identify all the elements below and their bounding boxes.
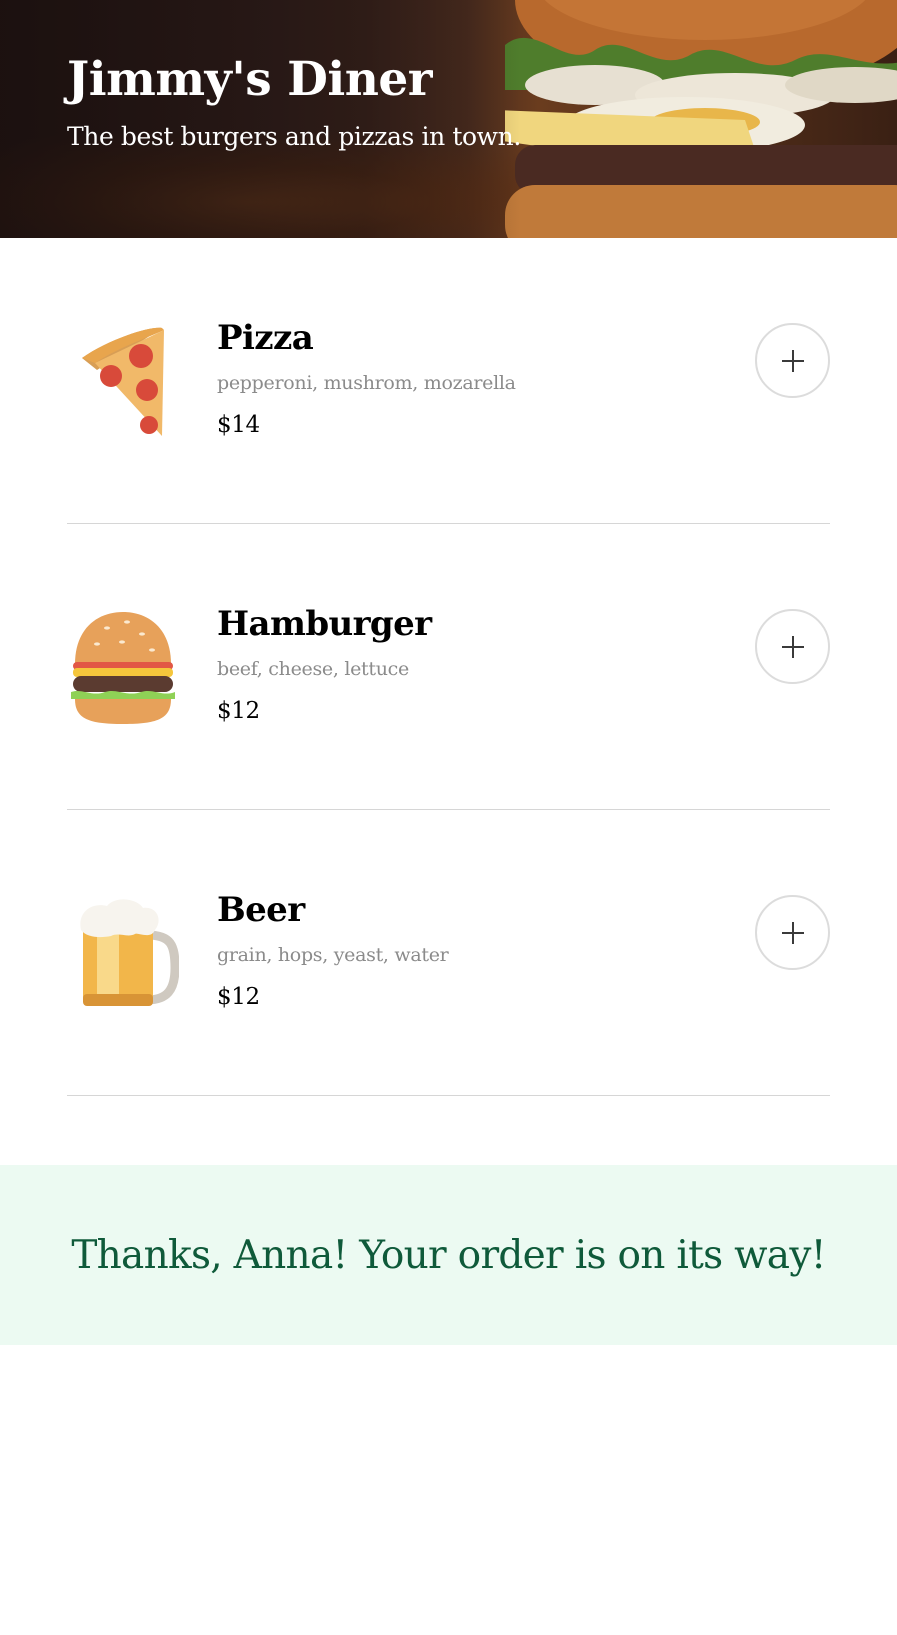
add-pizza-button[interactable] (755, 323, 830, 398)
add-beer-button[interactable] (755, 895, 830, 970)
pizza-icon (82, 327, 164, 436)
plus-icon (781, 921, 804, 944)
item-ingredients: pepperoni, mushrom, mozarella (217, 372, 516, 394)
item-ingredients: grain, hops, yeast, water (217, 944, 449, 966)
plus-icon (781, 349, 804, 372)
item-name: Beer (217, 890, 305, 930)
hero-overlay (0, 0, 520, 238)
menu-item-hamburger: Hamburger beef, cheese, lettuce $12 (67, 524, 830, 810)
hamburger-icon (71, 612, 175, 724)
item-name: Pizza (217, 318, 314, 358)
menu-item-beer: Beer grain, hops, yeast, water $12 (67, 810, 830, 1096)
item-ingredients: beef, cheese, lettuce (217, 658, 409, 680)
menu-item-pizza: Pizza pepperoni, mushrom, mozarella $14 (67, 238, 830, 524)
beer-icon (80, 899, 179, 1006)
menu-list: Pizza pepperoni, mushrom, mozarella $14 … (67, 238, 830, 1096)
item-price: $12 (217, 698, 260, 724)
item-name: Hamburger (217, 604, 432, 644)
plus-icon (781, 635, 804, 658)
item-price: $14 (217, 412, 260, 438)
burger-photo (505, 0, 897, 238)
order-confirmation-message: Thanks, Anna! Your order is on its way! (71, 1232, 826, 1278)
restaurant-tagline: The best burgers and pizzas in town. (67, 122, 521, 151)
restaurant-title: Jimmy's Diner (67, 52, 433, 107)
hero-header: Jimmy's Diner The best burgers and pizza… (0, 0, 897, 238)
order-confirmation-banner: Thanks, Anna! Your order is on its way! (0, 1165, 897, 1345)
add-hamburger-button[interactable] (755, 609, 830, 684)
item-price: $12 (217, 984, 260, 1010)
